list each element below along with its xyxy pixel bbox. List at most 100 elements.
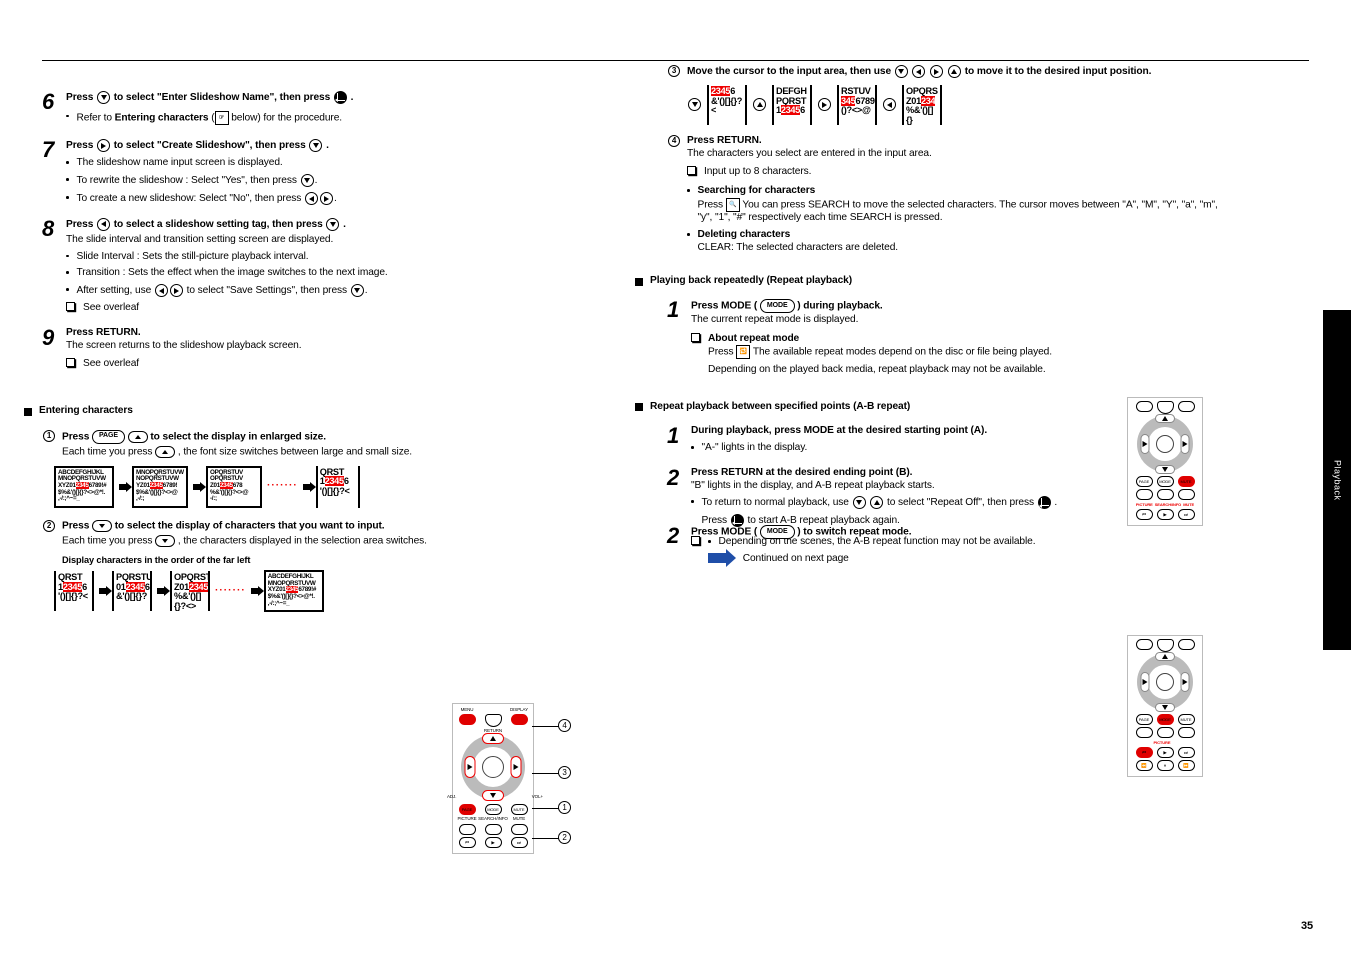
r1-sub: The current repeat mode is displayed. [691, 314, 1071, 327]
remote-illustration-col1: MENU RETURN DISPLAY ADJ. VOL+ [452, 703, 534, 854]
step9-note: See overleaf [83, 358, 139, 371]
page-button-icon: PAGE [459, 804, 476, 815]
icon-button [1136, 489, 1153, 500]
step7-b3b: . [334, 193, 337, 204]
ab-title: Repeat playback between specified points… [650, 401, 910, 414]
mode-button-icon: MODE [485, 804, 502, 815]
continued-arrow-icon [708, 553, 728, 563]
step8-bi-ca: After setting, use [77, 285, 154, 296]
icon-button [1178, 489, 1195, 500]
circled-number: 3 [668, 65, 680, 77]
input-button-icon [485, 824, 502, 835]
ec-bullets: Input up to 8 characters. Searching for … [687, 166, 1227, 254]
icon-button: MODE [1157, 714, 1174, 725]
repeat-icon: 🔁 [736, 345, 750, 359]
r2-a: Press MODE ( [691, 527, 757, 538]
step8-text-a: Press [66, 219, 96, 230]
char-grid: OPQRSZ01234%&'()[]{} [902, 85, 942, 125]
step7-b3a: To create a new slideshow: Select "No", … [77, 193, 305, 204]
step-number: 7 [42, 139, 66, 210]
ec2-note: Each time you press [62, 536, 155, 547]
left-button-icon [912, 65, 925, 78]
step-number: 6 [42, 91, 66, 129]
left-button-icon [155, 284, 168, 297]
note-icon [66, 302, 75, 311]
arrow-right-icon [157, 588, 165, 594]
hint-icon: ☞ [215, 111, 229, 125]
right-button-icon [930, 65, 943, 78]
callout-4: 4 [558, 719, 571, 732]
ec1-note: Each time you press [62, 447, 155, 458]
icon-button: MUTE [1178, 714, 1195, 725]
down-button-icon [326, 218, 339, 231]
ec-step-3: 3 Move the cursor to the input area, the… [667, 65, 1227, 129]
ec1-b: to select the display in enlarged size. [150, 432, 326, 443]
side-tab: Playback [1323, 310, 1351, 650]
step6-sub-b: Entering characters [115, 113, 209, 124]
ec-step-4: 4 Press RETURN. The characters you selec… [667, 135, 1227, 161]
repeat-step-1: 1 Press MODE ( MODE ) during playback. T… [667, 299, 1227, 380]
input-position-diagram: 23456&'()[]{}?< DEFGHPQRST123456 RSTUV34… [687, 85, 1227, 125]
callout-3: 3 [558, 766, 571, 779]
step8-bi-cc: . [365, 285, 368, 296]
setup-button-icon [511, 824, 528, 835]
dpad-icon [1137, 416, 1193, 472]
ab-sub-ac: . [1054, 497, 1057, 508]
circled-number: 2 [43, 520, 55, 532]
right-button-icon [818, 98, 831, 111]
step7-text-b: to select "Create Slideshow", then press [114, 141, 309, 152]
r1-a: Press MODE ( [691, 301, 757, 312]
icon-button: PAGE [1136, 714, 1153, 725]
heading-marker-icon [24, 408, 32, 416]
ec-b-b-label: Searching for characters [698, 185, 816, 196]
step7-b2a: To rewrite the slideshow : Select "Yes",… [77, 175, 300, 186]
step7-b2b: . [315, 175, 318, 186]
rec-button-icon [459, 824, 476, 835]
note-icon [691, 333, 700, 342]
char-grid: ABCDEFGHIJKLMNOPQRSTUVWXYZ0123456789!#$%… [264, 570, 324, 612]
step8-bi-b: Transition : Sets the effect when the im… [77, 267, 388, 280]
icon-button: ▶ [1157, 509, 1174, 520]
ab2-a: "A-" lights in the display. [702, 442, 808, 455]
icon-button: MODE [1157, 476, 1174, 487]
dpad-icon [461, 735, 525, 799]
step9-line: Press RETURN. [66, 327, 592, 340]
ec-b-a: Input up to 8 characters. [704, 166, 811, 179]
arrow-right-icon [251, 588, 259, 594]
left-button-icon [883, 98, 896, 111]
step-6: 6 Press to select "Enter Slideshow Name"… [42, 91, 592, 129]
step-9: 9 Press RETURN. The screen returns to th… [42, 327, 592, 375]
arrow-right-icon [119, 484, 127, 490]
r-b-a-label: About repeat mode [708, 333, 799, 344]
icon-button: ⏭ [1178, 747, 1195, 758]
ellipsis-icon: ······· [215, 585, 246, 598]
char-grid: OPQRSTUZ012345678%&'()[]{}?<> [170, 571, 210, 611]
icon-button: ⏪ [1136, 760, 1153, 771]
icon-button: PAGE [1136, 476, 1153, 487]
ec-b-c-label: Deleting characters [698, 229, 791, 240]
enter-button-icon [334, 91, 347, 104]
prev-button-icon: ⏮ [459, 837, 476, 848]
step8-notebox: See overleaf [83, 302, 139, 315]
icon-button [1136, 727, 1153, 738]
callout-1: 1 [558, 801, 571, 814]
step8-line2: The slide interval and transition settin… [66, 234, 592, 247]
icon-button [1178, 401, 1195, 412]
page: 6 Press to select "Enter Slideshow Name"… [42, 60, 1309, 914]
ec-b-c-body: CLEAR: The selected characters are delet… [698, 242, 899, 253]
ellipsis-icon: ······· [267, 480, 298, 493]
play-button-icon: ▶ [485, 837, 502, 848]
step7-b1: The slideshow name input screen is displ… [77, 157, 283, 170]
r2-b: ) to switch repeat mode. [797, 527, 911, 538]
ab3-sub: "B" lights in the display, and A-B repea… [691, 480, 1071, 493]
arrow-right-icon [303, 484, 311, 490]
right-button-icon [97, 139, 110, 152]
r-b-a-body: The available repeat modes depend on the… [753, 347, 1052, 358]
icon-button [1157, 401, 1174, 414]
ec2-note2: , the characters displayed in the select… [178, 536, 427, 547]
ec-step-1: 1 Press PAGE to select the display in en… [42, 430, 592, 512]
repeat-heading: Playing back repeatedly (Repeat playback… [635, 275, 1227, 288]
page-up-button: PAGE [92, 430, 125, 444]
icon-button: ⏮ [1136, 509, 1153, 520]
step6-text-b: to select "Enter Slideshow Name", then p… [114, 92, 333, 103]
